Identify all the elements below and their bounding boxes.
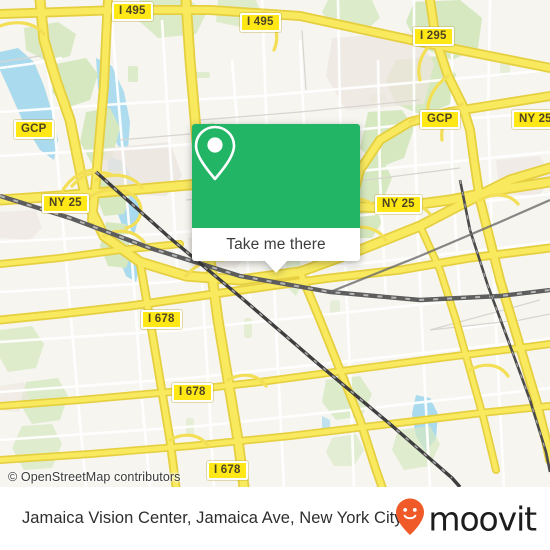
shield-i295: I 295	[413, 27, 454, 46]
footer-bar: Jamaica Vision Center, Jamaica Ave, New …	[0, 487, 550, 550]
shield-ny25-left: NY 25	[42, 194, 89, 213]
popup-tail	[265, 261, 287, 273]
shield-i495-right: I 495	[240, 13, 281, 32]
shield-i678-mid: I 678	[172, 383, 213, 402]
map-canvas[interactable]: I 495 I 495 I 295 GCP GCP NY 25 NY 25 NY…	[0, 0, 550, 487]
place-title: Jamaica Vision Center, Jamaica Ave, New …	[22, 509, 403, 527]
shield-i678-top: I 678	[141, 310, 182, 329]
shield-ny25-right: NY 25	[512, 110, 550, 129]
take-me-there-label: Take me there	[226, 235, 326, 253]
osm-attribution[interactable]: © OpenStreetMap contributors	[8, 470, 181, 484]
popup-header	[192, 124, 360, 228]
popup-action[interactable]: Take me there	[192, 228, 360, 261]
shield-i678-bottom: I 678	[207, 461, 248, 480]
shield-gcp-right: GCP	[420, 110, 460, 129]
moovit-pin-smiley-icon	[395, 497, 425, 540]
moovit-wordmark: moovit	[428, 499, 537, 538]
location-popup[interactable]: Take me there	[192, 124, 360, 273]
shield-ny25-mid: NY 25	[375, 195, 422, 214]
moovit-brand[interactable]: moovit	[395, 497, 537, 540]
shield-gcp-left: GCP	[14, 120, 54, 139]
shield-i495-top: I 495	[112, 2, 153, 21]
map-screenshot: I 495 I 495 I 295 GCP GCP NY 25 NY 25 NY…	[0, 0, 550, 550]
